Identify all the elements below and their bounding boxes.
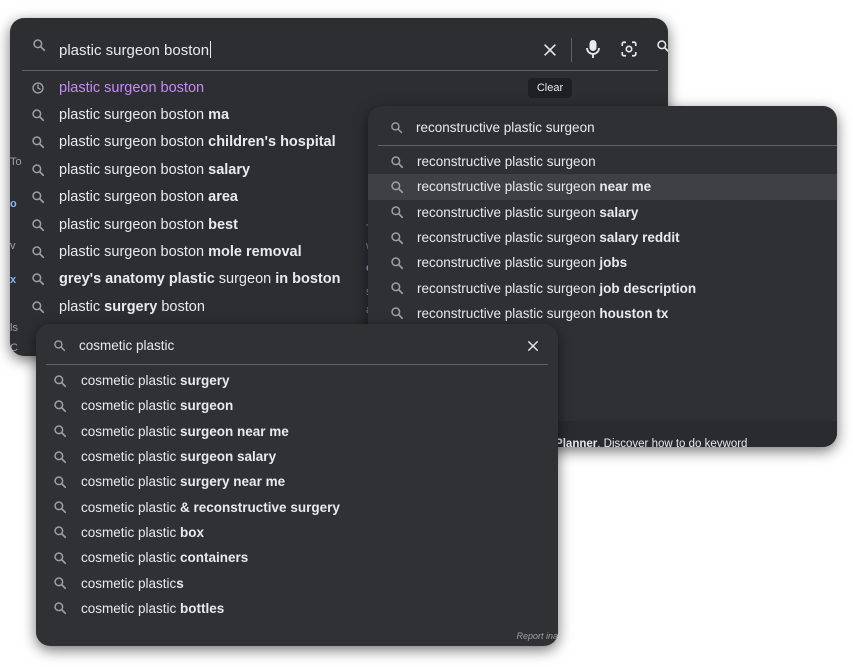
bar-divider [571, 38, 572, 62]
search-panel-cosmetic: cosmetic plastic cosmetic plastic surger… [36, 324, 558, 646]
search-icon [31, 300, 45, 314]
camera-lens-icon[interactable] [620, 40, 638, 58]
suggestion-text: cosmetic plastic surgeon near me [81, 423, 289, 439]
suggestion-item[interactable]: cosmetic plastic surgery [36, 368, 558, 393]
suggestion-item[interactable]: cosmetic plastic bottles [36, 596, 558, 621]
search-icon [390, 205, 404, 219]
search-icon [31, 245, 45, 259]
report-inappropriate-link[interactable]: Report ina [516, 631, 558, 641]
search-icon [31, 135, 45, 149]
suggestion-text: cosmetic plastic bottles [81, 600, 225, 616]
search-icon [53, 525, 67, 539]
search-icon [390, 231, 404, 245]
suggestion-text: plastic surgeon boston [59, 79, 205, 96]
search-icon [53, 601, 67, 615]
suggestion-item[interactable]: cosmetic plastic surgeon salary [36, 444, 558, 469]
suggestion-text: cosmetic plastic surgery near me [81, 474, 286, 490]
suggestion-text: reconstructive plastic surgeon [417, 154, 596, 170]
search-icon [32, 38, 46, 52]
search-icon [31, 190, 45, 204]
suggestion-item[interactable]: reconstructive plastic surgeon job descr… [368, 275, 837, 300]
search-icon [53, 500, 67, 514]
background-fragment: x [10, 274, 17, 286]
suggestion-item[interactable]: reconstructive plastic surgeon near me [368, 174, 837, 200]
search-icon [53, 475, 67, 489]
search-icon [53, 424, 67, 438]
suggestion-item[interactable]: reconstructive plastic surgeon houston t… [368, 301, 837, 326]
history-icon [31, 81, 45, 95]
suggestion-text: reconstructive plastic surgeon salary [417, 204, 639, 220]
search-icon [390, 155, 404, 169]
suggestion-item[interactable]: cosmetic plastic box [36, 520, 558, 545]
search-icon [31, 163, 45, 177]
search-bar-cosmetic: cosmetic plastic [36, 324, 558, 366]
bar-separator [378, 145, 837, 146]
suggestion-item[interactable]: cosmetic plastics [36, 570, 558, 595]
background-fragment: To [10, 156, 22, 168]
suggestion-text: plastic surgeon boston mole removal [59, 244, 302, 261]
suggestion-text: cosmetic plastic containers [81, 550, 249, 566]
search-icon [31, 108, 45, 122]
bar-separator [22, 70, 658, 71]
suggestion-item[interactable]: cosmetic plastic containers [36, 545, 558, 570]
background-fragment: ls [10, 322, 18, 334]
suggestion-text: cosmetic plastic surgery [81, 373, 230, 389]
suggestion-text: cosmetic plastic & reconstructive surger… [81, 499, 340, 515]
suggestion-item[interactable]: reconstructive plastic surgeon salary re… [368, 225, 837, 250]
suggestion-text: plastic surgeon boston best [59, 216, 238, 233]
search-bar-reconstructive: reconstructive plastic surgeon [368, 106, 837, 148]
suggestion-text: plastic surgeon boston children's hospit… [59, 134, 336, 151]
suggestion-text: reconstructive plastic surgeon near me [417, 179, 652, 195]
suggestion-item[interactable]: cosmetic plastic surgery near me [36, 469, 558, 494]
clear-tooltip: Clear [528, 78, 572, 98]
background-fragment: o [10, 198, 17, 210]
suggestion-text: reconstructive plastic surgeon jobs [417, 255, 628, 271]
search-icon [31, 218, 45, 232]
suggestion-item[interactable]: reconstructive plastic surgeon jobs [368, 250, 837, 275]
search-input-cosmetic[interactable]: cosmetic plastic [79, 338, 174, 353]
search-icon [390, 281, 404, 295]
search-icon [53, 339, 66, 352]
suggestion-text: grey's anatomy plastic surgeon in boston [59, 271, 341, 288]
close-icon[interactable] [542, 42, 558, 58]
suggestion-text: plastic surgeon boston salary [59, 161, 251, 178]
search-icon [53, 576, 67, 590]
search-icon [390, 180, 404, 194]
close-icon[interactable] [526, 339, 540, 353]
background-fragment: C [10, 342, 18, 354]
search-icon [31, 272, 45, 286]
search-input-reconstructive[interactable]: reconstructive plastic surgeon [416, 120, 595, 135]
suggestion-item[interactable]: cosmetic plastic surgeon near me [36, 419, 558, 444]
suggestion-item[interactable]: cosmetic plastic & reconstructive surger… [36, 494, 558, 519]
suggestion-text: cosmetic plastics [81, 575, 184, 591]
suggestion-text: plastic surgeon boston ma [59, 107, 230, 124]
search-icon [390, 306, 404, 320]
search-icon [53, 551, 67, 565]
search-bar-main: plastic surgeon boston [10, 18, 668, 72]
suggestion-text: plastic surgeon boston area [59, 189, 238, 206]
suggestion-text: cosmetic plastic surgeon salary [81, 449, 277, 465]
suggestion-text: reconstructive plastic surgeon job descr… [417, 280, 697, 296]
suggestion-text: cosmetic plastic box [81, 524, 205, 540]
search-input-main[interactable]: plastic surgeon boston [59, 41, 212, 59]
suggestion-text: reconstructive plastic surgeon houston t… [417, 305, 669, 321]
suggestion-item[interactable]: reconstructive plastic surgeon [368, 149, 837, 174]
bar-separator [46, 364, 548, 365]
search-icon [390, 256, 404, 270]
suggestion-text: plastic surgery boston [59, 298, 205, 315]
search-icon [390, 121, 403, 134]
microphone-icon[interactable] [586, 39, 600, 59]
suggestion-item[interactable]: reconstructive plastic surgeon salary [368, 200, 837, 225]
search-icon [53, 374, 67, 388]
background-fragment: v [10, 240, 16, 252]
suggestion-text: reconstructive plastic surgeon salary re… [417, 230, 680, 246]
suggestion-item[interactable]: cosmetic plastic surgeon [36, 393, 558, 418]
suggestion-list-cosmetic: cosmetic plastic surgery cosmetic plastic… [36, 368, 558, 621]
search-icon [53, 399, 67, 413]
search-icon[interactable] [656, 39, 668, 53]
search-icon [53, 450, 67, 464]
suggestion-text: cosmetic plastic surgeon [81, 398, 234, 414]
